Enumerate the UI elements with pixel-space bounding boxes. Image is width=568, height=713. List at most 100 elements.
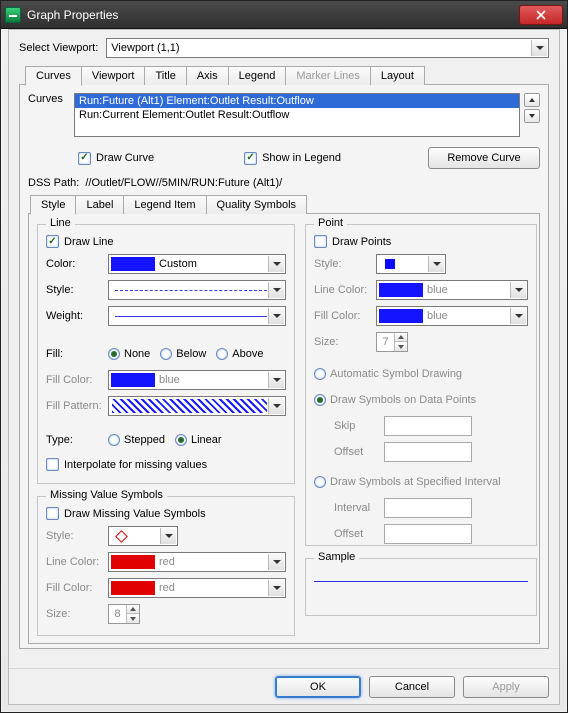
sample-legend: Sample — [314, 551, 359, 563]
dropdown-icon — [510, 308, 526, 324]
window-title: Graph Properties — [27, 8, 516, 22]
type-stepped-radio[interactable]: Stepped — [108, 434, 165, 446]
type-label: Type: — [46, 434, 108, 446]
auto-symbol-radio[interactable]: Automatic Symbol Drawing — [314, 368, 462, 380]
tab-label[interactable]: Label — [75, 195, 124, 214]
missing-linecolor-select[interactable]: red — [108, 552, 286, 572]
tab-axis[interactable]: Axis — [186, 66, 229, 85]
draw-points-checkbox[interactable]: Draw Points — [314, 235, 528, 248]
checkbox-icon — [244, 152, 257, 165]
curves-label: Curves — [28, 93, 74, 105]
weight-label: Weight: — [46, 310, 108, 322]
draw-missing-checkbox[interactable]: Draw Missing Value Symbols — [46, 507, 286, 520]
fill-none-radio[interactable]: None — [108, 348, 150, 360]
spin-down[interactable] — [395, 342, 407, 351]
list-item[interactable]: Run:Current Element:Outlet Result:Outflo… — [75, 108, 519, 122]
show-in-legend-label: Show in Legend — [262, 152, 341, 164]
tab-style[interactable]: Style — [30, 195, 76, 215]
interpolate-checkbox[interactable]: Interpolate for missing values — [46, 458, 286, 471]
skip-input[interactable] — [384, 416, 472, 436]
spin-up[interactable] — [127, 605, 139, 614]
line-style-select[interactable] — [108, 280, 286, 300]
line-legend: Line — [46, 217, 75, 229]
tab-curves[interactable]: Curves — [25, 66, 82, 86]
titlebar[interactable]: Graph Properties — [1, 1, 567, 29]
mfillcolor-label: Fill Color: — [46, 582, 108, 594]
diamond-icon — [115, 530, 128, 543]
close-button[interactable] — [519, 5, 563, 25]
draw-curve-checkbox[interactable]: Draw Curve — [78, 152, 154, 165]
checkbox-icon — [46, 458, 59, 471]
point-fillcolor-select[interactable]: blue — [376, 306, 528, 326]
dropdown-icon — [268, 372, 284, 388]
list-scroll-up[interactable] — [524, 93, 540, 107]
point-group: Point Draw Points Style: Line Color: — [305, 224, 537, 546]
checkbox-icon — [46, 235, 59, 248]
offset-label: Offset — [334, 446, 384, 458]
offset2-label: Offset — [334, 528, 384, 540]
fill-above-radio[interactable]: Above — [216, 348, 263, 360]
mstyle-label: Style: — [46, 530, 108, 542]
missing-size-spinner[interactable]: 8 — [108, 604, 140, 624]
fill-color-select[interactable]: blue — [108, 370, 286, 390]
spin-down[interactable] — [127, 614, 139, 623]
missing-style-select[interactable] — [108, 526, 178, 546]
tab-legend-item[interactable]: Legend Item — [123, 195, 206, 214]
checkbox-icon — [314, 235, 327, 248]
color-swatch — [111, 373, 155, 387]
ok-button[interactable]: OK — [275, 676, 361, 698]
spin-up[interactable] — [395, 333, 407, 342]
dropdown-icon — [160, 528, 176, 544]
dropdown-icon — [268, 554, 284, 570]
show-in-legend-checkbox[interactable]: Show in Legend — [244, 152, 341, 165]
curves-panel: Curves Run:Future (Alt1) Element:Outlet … — [19, 85, 549, 649]
at-interval-radio[interactable]: Draw Symbols at Specified Interval — [314, 476, 501, 488]
fill-color-label: Fill Color: — [46, 374, 108, 386]
viewport-select[interactable]: Viewport (1,1) — [106, 38, 549, 58]
tab-layout[interactable]: Layout — [370, 66, 425, 85]
dropdown-icon — [428, 256, 444, 272]
dropdown-icon — [268, 580, 284, 596]
main-tabstrip: Curves Viewport Title Axis Legend Marker… — [19, 66, 549, 85]
on-data-radio[interactable]: Draw Symbols on Data Points — [314, 394, 476, 406]
draw-curve-label: Draw Curve — [96, 152, 154, 164]
point-style-select[interactable] — [376, 254, 446, 274]
line-color-value: Custom — [157, 258, 285, 270]
curves-listbox[interactable]: Run:Future (Alt1) Element:Outlet Result:… — [74, 93, 520, 137]
tab-marker-lines[interactable]: Marker Lines — [285, 66, 371, 85]
interval-input[interactable] — [384, 498, 472, 518]
point-size-spinner[interactable]: 7 — [376, 332, 408, 352]
list-item[interactable]: Run:Future (Alt1) Element:Outlet Result:… — [75, 94, 519, 108]
point-legend: Point — [314, 217, 347, 229]
apply-button[interactable]: Apply — [463, 676, 549, 698]
style-tabstrip: Style Label Legend Item Quality Symbols — [28, 195, 540, 214]
line-color-select[interactable]: Custom — [108, 254, 286, 274]
tab-title[interactable]: Title — [144, 66, 186, 85]
tab-legend[interactable]: Legend — [228, 66, 287, 85]
dropdown-icon — [531, 40, 547, 56]
tab-quality-symbols[interactable]: Quality Symbols — [206, 195, 307, 214]
fill-color-value: blue — [157, 374, 285, 386]
viewport-value: Viewport (1,1) — [111, 42, 179, 54]
point-linecolor-select[interactable]: blue — [376, 280, 528, 300]
fill-below-radio[interactable]: Below — [160, 348, 206, 360]
color-swatch — [111, 555, 155, 569]
client-area: Select Viewport: Viewport (1,1) Curves V… — [8, 29, 560, 705]
style-panel: Line Draw Line Color: Custom — [28, 214, 540, 644]
square-icon — [385, 259, 395, 269]
fill-pattern-select[interactable] — [108, 396, 286, 416]
remove-curve-button[interactable]: Remove Curve — [428, 147, 540, 169]
line-weight-select[interactable] — [108, 306, 286, 326]
offset2-input[interactable] — [384, 524, 472, 544]
draw-points-label: Draw Points — [332, 236, 391, 248]
cancel-button[interactable]: Cancel — [369, 676, 455, 698]
draw-line-checkbox[interactable]: Draw Line — [46, 235, 286, 248]
type-linear-radio[interactable]: Linear — [175, 434, 222, 446]
missing-fillcolor-select[interactable]: red — [108, 578, 286, 598]
dss-path-label: DSS Path: — [28, 177, 79, 189]
tab-viewport[interactable]: Viewport — [81, 66, 146, 85]
draw-line-label: Draw Line — [64, 236, 114, 248]
offset-input[interactable] — [384, 442, 472, 462]
color-swatch — [111, 581, 155, 595]
list-scroll-down[interactable] — [524, 109, 540, 123]
